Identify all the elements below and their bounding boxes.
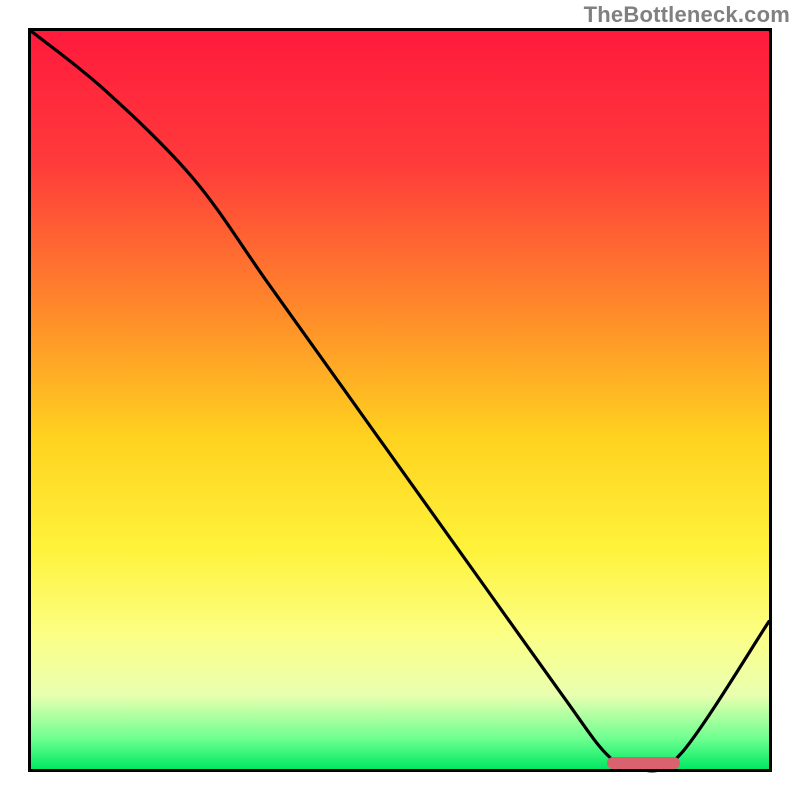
- chart-frame: TheBottleneck.com: [0, 0, 800, 800]
- plot-area: [28, 28, 772, 772]
- curve-layer: [31, 31, 769, 769]
- bottleneck-curve-line: [31, 31, 769, 771]
- optimal-range-marker: [607, 757, 681, 769]
- attribution-text: TheBottleneck.com: [584, 2, 790, 28]
